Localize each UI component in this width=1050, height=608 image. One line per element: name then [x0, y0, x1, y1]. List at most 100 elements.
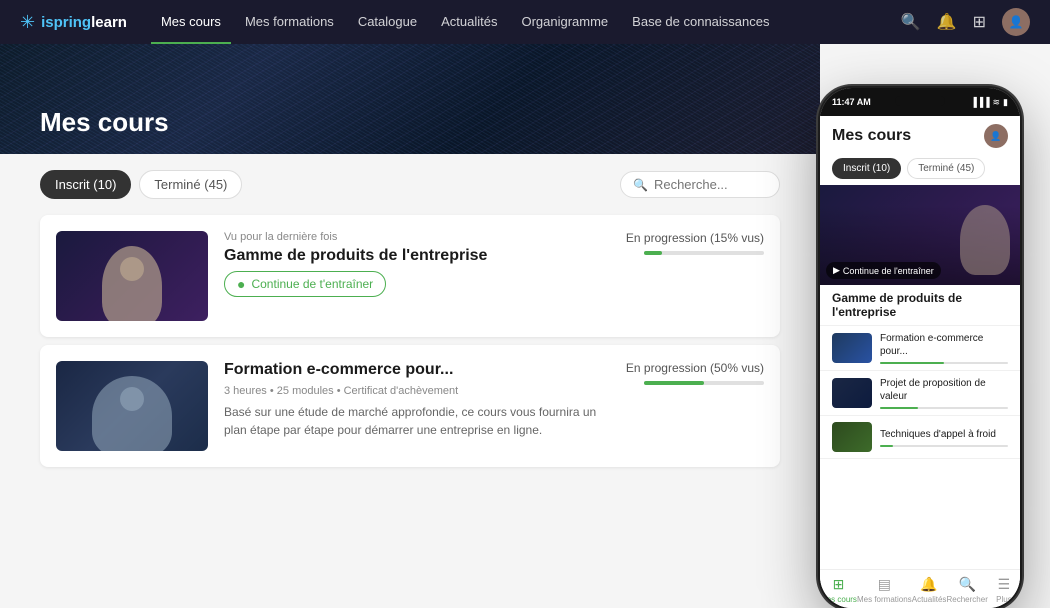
phone-course-list: Formation e-commerce pour... Projet de p…: [820, 326, 1020, 569]
phone-notch: 11:47 AM ▐▐▐ ≋ ▮: [820, 88, 1020, 116]
play-icon: ●: [237, 276, 245, 292]
phone-tab-termine[interactable]: Terminé (45): [907, 158, 985, 179]
progress-fill-2: [644, 381, 704, 385]
phone-tab-inscrit[interactable]: Inscrit (10): [832, 158, 901, 179]
left-panel: Mes cours Inscrit (10) Terminé (45) 🔍: [0, 44, 820, 576]
phone-nav-plus[interactable]: ☰ Plus: [988, 576, 1020, 604]
phone-item-title-2: Projet de proposition de valeur: [880, 377, 1008, 403]
nav-link-catalogue[interactable]: Catalogue: [348, 0, 427, 44]
phone-thumb-3: [832, 422, 872, 452]
phone-item-progress-3: [880, 445, 1008, 447]
phone-page-title: Mes cours: [832, 127, 911, 145]
course-thumbnail-2: [56, 361, 208, 451]
tab-inscrit[interactable]: Inscrit (10): [40, 170, 131, 199]
search-icon: 🔍: [633, 178, 648, 192]
hero-person: [960, 205, 1010, 275]
nav-link-mes-formations[interactable]: Mes formations: [235, 0, 344, 44]
phone-mockup: 11:47 AM ▐▐▐ ≋ ▮ Mes cours 👤 Inscrit (10…: [820, 88, 1020, 608]
phone-header: Mes cours 👤: [820, 116, 1020, 154]
grid-nav-icon: ⊞: [833, 576, 845, 593]
course-thumbnail-1: [56, 231, 208, 321]
signal-icon: ▐▐▐: [970, 97, 989, 107]
page-title: Mes cours: [40, 107, 169, 138]
tab-termine[interactable]: Terminé (45): [139, 170, 242, 199]
continue-button-1[interactable]: ● Continue de t'entraîner: [224, 271, 386, 297]
phone-content: Mes cours 👤 Inscrit (10) Terminé (45) ▶ …: [820, 116, 1020, 608]
nav-link-mes-cours[interactable]: Mes cours: [151, 0, 231, 44]
nav-link-organigramme[interactable]: Organigramme: [511, 0, 618, 44]
phone-item-title-1: Formation e-commerce pour...: [880, 332, 1008, 358]
bell-nav-icon: 🔔: [920, 576, 937, 593]
search-input[interactable]: [654, 177, 767, 192]
phone-thumb-1: [832, 333, 872, 363]
course-desc-2: Basé sur une étude de marché approfondie…: [224, 403, 608, 439]
phone-list-item-2[interactable]: Projet de proposition de valeur: [820, 371, 1020, 416]
phone-bottom-nav: ⊞ Mes cours ▤ Mes formations 🔔 Actualité…: [820, 569, 1020, 608]
phone-thumb-2: [832, 378, 872, 408]
phone-hero-title: Gamme de produits de l'entreprise: [820, 285, 1020, 326]
list-nav-icon: ▤: [878, 576, 891, 593]
search-box[interactable]: 🔍: [620, 171, 780, 198]
course-title-2: Formation e-commerce pour...: [224, 361, 608, 379]
phone-nav-actualites[interactable]: 🔔 Actualités: [912, 576, 947, 604]
phone-item-fill-3: [880, 445, 893, 447]
wifi-icon: ≋: [993, 97, 1001, 108]
content-area: Inscrit (10) Terminé (45) 🔍 Vu pour la d…: [0, 154, 820, 491]
person-head: [120, 257, 144, 281]
phone-status-icons: ▐▐▐ ≋ ▮: [970, 97, 1008, 108]
course-info-1: Vu pour la dernière fois Gamme de produi…: [224, 231, 608, 297]
phone-nav-rechercher[interactable]: 🔍 Rechercher: [947, 576, 988, 604]
phone-list-item-3[interactable]: Techniques d'appel à froid: [820, 416, 1020, 459]
logo-text: ispringlearn: [41, 14, 127, 31]
phone-continue-overlay[interactable]: ▶ Continue de l'entraîner: [826, 262, 941, 279]
course-card-2: Formation e-commerce pour... 3 heures • …: [40, 345, 780, 467]
progress-label-1: En progression (15% vus): [626, 231, 764, 245]
course-title-1: Gamme de produits de l'entreprise: [224, 247, 608, 265]
logo-icon: ✳: [20, 12, 35, 33]
search-nav-icon: 🔍: [958, 576, 975, 593]
phone-item-info-2: Projet de proposition de valeur: [880, 377, 1008, 409]
main-layout: Mes cours Inscrit (10) Terminé (45) 🔍: [0, 44, 1050, 576]
search-icon[interactable]: 🔍: [901, 12, 921, 32]
course-label-1: Vu pour la dernière fois: [224, 231, 608, 243]
bell-icon[interactable]: 🔔: [937, 12, 957, 32]
phone-avatar[interactable]: 👤: [984, 124, 1008, 148]
phone-item-fill-1: [880, 362, 944, 364]
course-info-2: Formation e-commerce pour... 3 heures • …: [224, 361, 608, 439]
phone-time: 11:47 AM: [832, 97, 871, 107]
logo[interactable]: ✳ ispringlearn: [20, 12, 127, 33]
progress-section-2: En progression (50% vus): [624, 361, 764, 385]
progress-bar-1: [644, 251, 764, 255]
user-avatar[interactable]: 👤: [1002, 8, 1030, 36]
battery-icon: ▮: [1003, 97, 1008, 108]
nav-link-actualites[interactable]: Actualités: [431, 0, 507, 44]
navbar: ✳ ispringlearn Mes cours Mes formations …: [0, 0, 1050, 44]
progress-bar-2: [644, 381, 764, 385]
phone-item-fill-2: [880, 407, 918, 409]
phone-pill: [895, 96, 945, 106]
progress-section-1: En progression (15% vus): [624, 231, 764, 255]
tabs-row: Inscrit (10) Terminé (45) 🔍: [40, 170, 780, 199]
phone-item-info-3: Techniques d'appel à froid: [880, 428, 1008, 447]
nav-link-base[interactable]: Base de connaissances: [622, 0, 779, 44]
phone-item-progress-1: [880, 362, 1008, 364]
person-head-2: [120, 387, 144, 411]
phone-list-item-1[interactable]: Formation e-commerce pour...: [820, 326, 1020, 371]
phone-hero-course: ▶ Continue de l'entraîner: [820, 185, 1020, 285]
phone-nav-mes-cours[interactable]: ⊞ Mes cours: [820, 576, 857, 604]
nav-links: Mes cours Mes formations Catalogue Actua…: [151, 0, 901, 44]
phone-item-info-1: Formation e-commerce pour...: [880, 332, 1008, 364]
nav-actions: 🔍 🔔 ⊞ 👤: [901, 8, 1030, 36]
grid-icon[interactable]: ⊞: [973, 12, 986, 32]
phone-item-title-3: Techniques d'appel à froid: [880, 428, 1008, 441]
menu-nav-icon: ☰: [998, 576, 1011, 593]
phone-item-progress-2: [880, 407, 1008, 409]
phone-frame: 11:47 AM ▐▐▐ ≋ ▮ Mes cours 👤 Inscrit (10…: [820, 88, 1020, 608]
progress-fill-1: [644, 251, 662, 255]
course-card-1: Vu pour la dernière fois Gamme de produi…: [40, 215, 780, 337]
progress-label-2: En progression (50% vus): [626, 361, 764, 375]
phone-nav-formations[interactable]: ▤ Mes formations: [857, 576, 912, 604]
hero-banner: Mes cours: [0, 44, 820, 154]
play-icon-phone: ▶: [833, 265, 840, 276]
phone-tabs: Inscrit (10) Terminé (45): [820, 154, 1020, 185]
